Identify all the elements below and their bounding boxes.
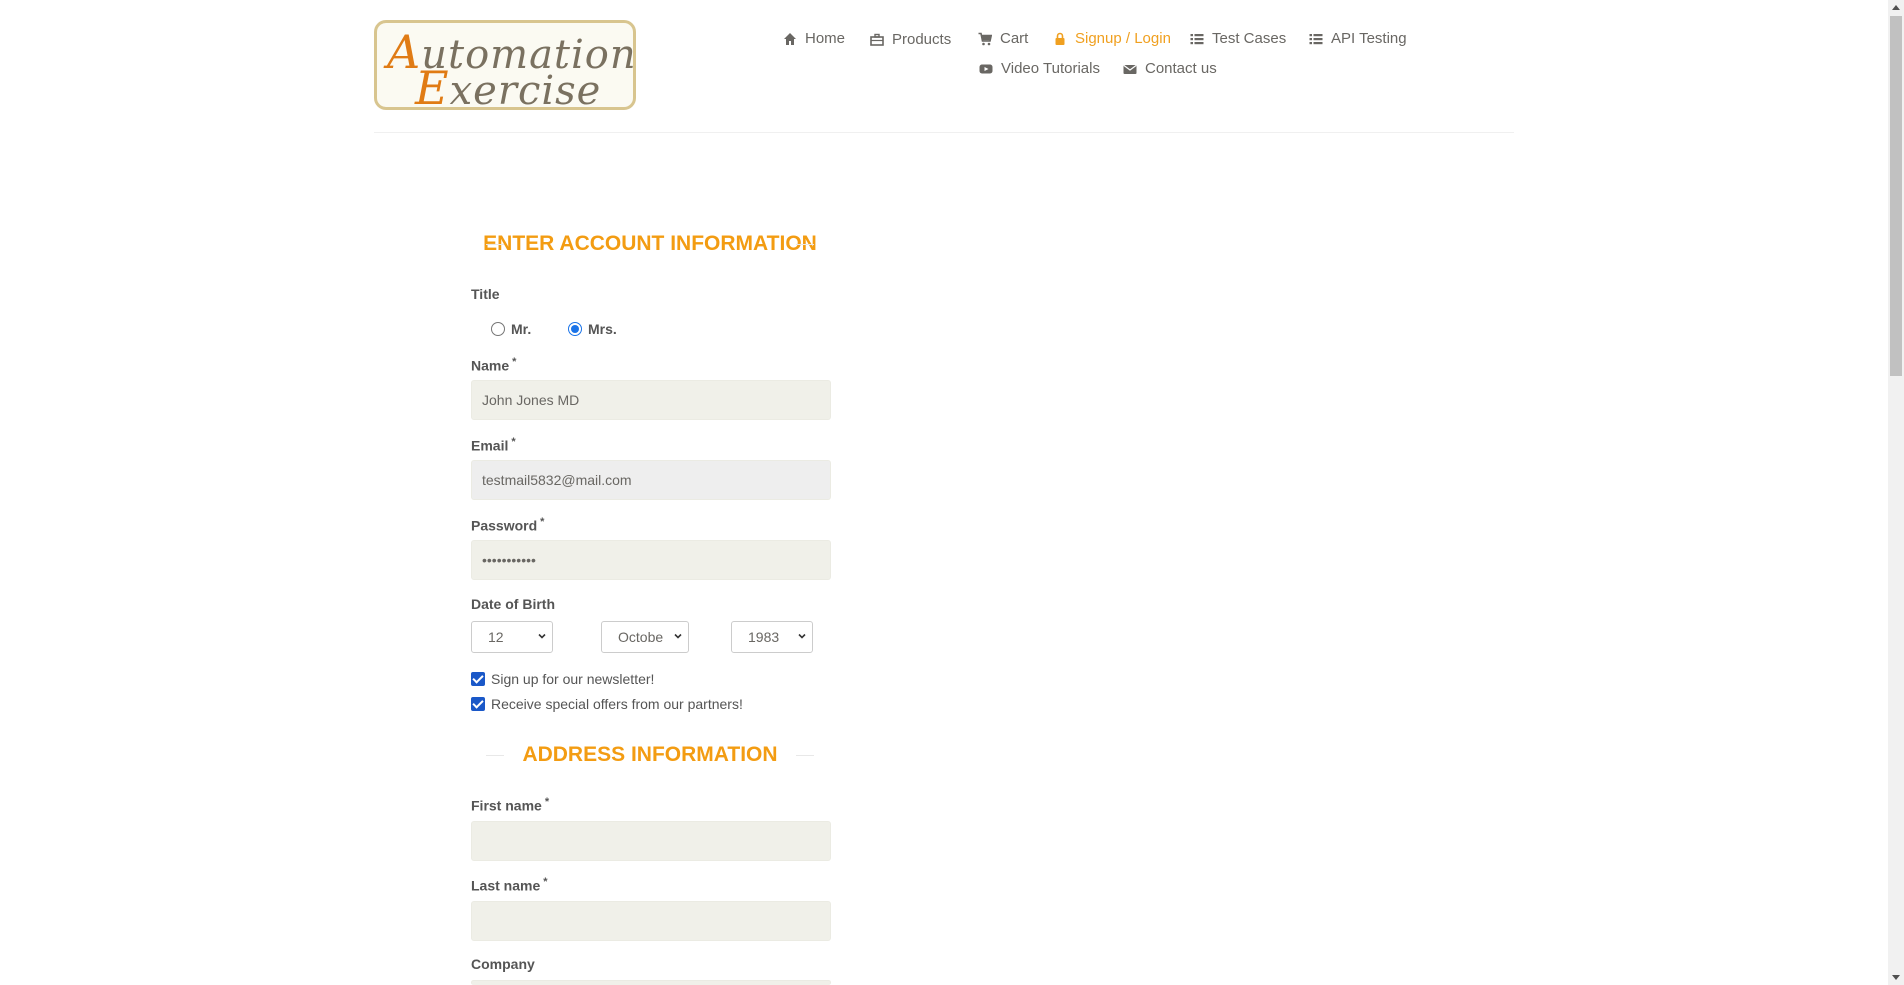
chevron-down-icon: [798, 633, 806, 639]
lock-icon: [1053, 32, 1067, 46]
dob-year-select[interactable]: 1983: [731, 621, 813, 653]
address-info-heading: ADDRESS INFORMATION: [470, 743, 830, 767]
radio-mr[interactable]: [491, 322, 505, 336]
first-name-label-text: First name: [471, 797, 542, 814]
nav-contact-us-label: Contact us: [1145, 60, 1217, 77]
nav-signup-login-label: Signup / Login: [1075, 30, 1171, 47]
dob-year-value: 1983: [748, 629, 780, 645]
name-label-text: Name: [471, 357, 510, 374]
dob-label: Date of Birth: [471, 596, 555, 612]
offers-checkbox-row[interactable]: Receive special offers from our partners…: [471, 696, 743, 712]
nav-home[interactable]: Home: [783, 30, 845, 47]
dob-month-value: Octobe: [618, 629, 664, 645]
account-info-heading: ENTER ACCOUNT INFORMATION: [470, 232, 830, 256]
dob-day-value: 12: [488, 629, 504, 645]
password-input[interactable]: [471, 540, 831, 580]
title-option-mrs[interactable]: Mrs.: [568, 321, 617, 337]
newsletter-label: Sign up for our newsletter!: [491, 671, 655, 687]
logo-line-2: Exercise: [415, 61, 601, 115]
nav-cart-label: Cart: [1000, 30, 1029, 47]
offers-checkbox[interactable]: [471, 697, 485, 711]
products-icon: [870, 33, 884, 47]
email-label: Email *: [471, 436, 516, 454]
name-label: Name *: [471, 356, 516, 374]
nav-home-label: Home: [805, 30, 846, 47]
scroll-up-arrow-icon[interactable]: [1892, 5, 1900, 10]
radio-mrs[interactable]: [568, 322, 582, 336]
nav-video-tutorials-label: Video Tutorials: [1001, 60, 1100, 77]
nav-products[interactable]: Products: [870, 31, 951, 48]
required-mark: *: [511, 436, 516, 448]
nav-products-label: Products: [892, 31, 952, 48]
nav-cart[interactable]: Cart: [978, 30, 1028, 47]
logo-cap-e: E: [415, 61, 450, 115]
envelope-icon: [1123, 62, 1137, 76]
dob-day-select[interactable]: 12: [471, 621, 553, 653]
last-name-label-text: Last name: [471, 877, 541, 894]
offers-label: Receive special offers from our partners…: [491, 696, 743, 712]
youtube-icon: [979, 62, 993, 76]
title-option-mr[interactable]: Mr.: [491, 321, 531, 337]
site-header: Automation Exercise: [374, 0, 1514, 133]
radio-mr-label: Mr.: [511, 321, 532, 337]
nav-api-testing[interactable]: API Testing: [1309, 30, 1407, 47]
list-icon: [1190, 32, 1204, 46]
nav-test-cases-label: Test Cases: [1212, 30, 1287, 47]
first-name-label: First name *: [471, 796, 549, 814]
scrollbar-thumb[interactable]: [1890, 16, 1902, 376]
dob-month-select[interactable]: Octobe: [601, 621, 689, 653]
nav-signup-login[interactable]: Signup / Login: [1053, 30, 1171, 47]
required-mark: *: [543, 876, 548, 888]
page-scrollbar[interactable]: [1888, 0, 1904, 985]
chevron-down-icon: [674, 633, 682, 639]
radio-mrs-label: Mrs.: [588, 321, 617, 337]
last-name-label: Last name *: [471, 876, 548, 894]
required-mark: *: [544, 796, 550, 808]
last-name-input[interactable]: [471, 901, 831, 941]
home-icon: [783, 32, 797, 46]
email-input[interactable]: [471, 460, 831, 500]
logo-rest-2: xercise: [449, 68, 602, 114]
company-input[interactable]: [471, 980, 831, 985]
scroll-down-arrow-icon[interactable]: [1892, 975, 1900, 980]
site-logo[interactable]: Automation Exercise: [374, 20, 636, 115]
nav-video-tutorials[interactable]: Video Tutorials: [979, 60, 1100, 77]
nav-test-cases[interactable]: Test Cases: [1190, 30, 1286, 47]
required-mark: *: [512, 356, 517, 368]
nav-contact-us[interactable]: Contact us: [1123, 60, 1217, 77]
newsletter-checkbox-row[interactable]: Sign up for our newsletter!: [471, 671, 654, 687]
company-label: Company: [471, 956, 535, 972]
password-label-text: Password: [471, 517, 538, 534]
nav-api-testing-label: API Testing: [1331, 30, 1407, 47]
newsletter-checkbox[interactable]: [471, 672, 485, 686]
list-icon: [1309, 32, 1323, 46]
first-name-input[interactable]: [471, 821, 831, 861]
title-label: Title: [471, 286, 500, 302]
cart-icon: [978, 32, 992, 46]
name-input[interactable]: [471, 380, 831, 420]
password-label: Password *: [471, 516, 544, 534]
email-label-text: Email: [471, 437, 509, 454]
chevron-down-icon: [538, 633, 546, 639]
required-mark: *: [540, 516, 545, 528]
